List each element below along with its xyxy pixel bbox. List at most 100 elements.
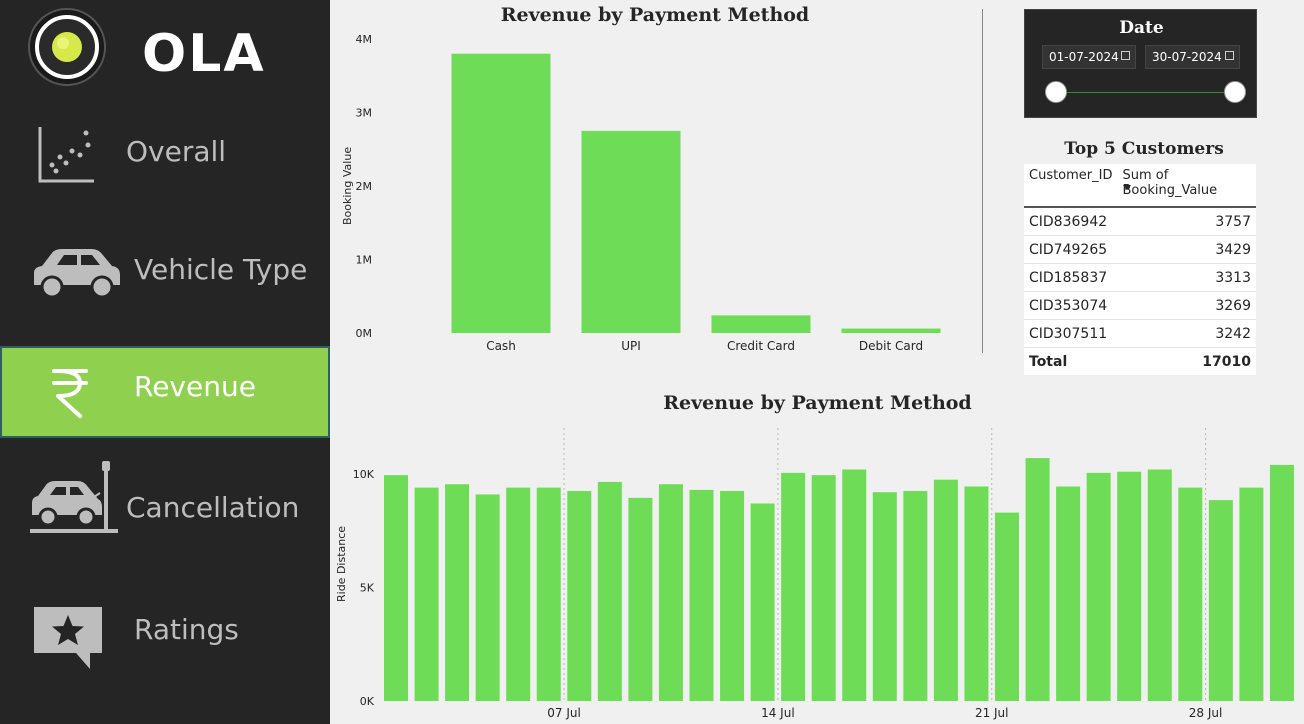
daily-ride-distance-bar-chart: 0K 5K 10K 07 Jul 14 Jul 21 Jul 28 Jul xyxy=(353,428,1294,720)
bar xyxy=(451,53,551,333)
bar xyxy=(658,484,683,701)
bar xyxy=(536,487,561,701)
column-header-booking-value[interactable]: Sum of Booking_Value xyxy=(1117,164,1256,208)
sidebar-item-ratings[interactable]: Ratings xyxy=(0,585,330,675)
rupee-icon xyxy=(52,369,88,418)
bar xyxy=(506,487,531,701)
start-date-handle[interactable] xyxy=(1045,81,1067,103)
bar xyxy=(1056,486,1081,701)
x-tick-label: Cash xyxy=(486,339,516,353)
table-row: CID749265 3429 xyxy=(1024,235,1256,264)
customer-id-cell: CID836942 xyxy=(1024,207,1118,236)
bar xyxy=(903,491,928,701)
bar xyxy=(445,484,470,701)
brand-name: OLA xyxy=(142,24,266,84)
divider xyxy=(982,9,983,353)
sidebar-item-overall[interactable]: Overall xyxy=(0,105,330,195)
y-tick-label: 3M xyxy=(356,107,373,120)
bar xyxy=(628,497,653,701)
bar xyxy=(933,479,958,701)
star-review-icon xyxy=(34,607,102,669)
scatter-chart-icon xyxy=(38,127,94,183)
calendar-icon xyxy=(1121,51,1130,60)
table-row: CID836942 3757 xyxy=(1024,207,1256,236)
y-tick-label: 2M xyxy=(356,180,373,193)
bar xyxy=(567,491,592,701)
bar xyxy=(1178,487,1203,701)
column-header-customer-id[interactable]: Customer_ID xyxy=(1024,164,1118,208)
bar xyxy=(597,481,622,701)
sidebar-item-vehicle-type[interactable]: Vehicle Type xyxy=(0,225,330,315)
bar xyxy=(414,487,439,701)
bar xyxy=(689,489,714,701)
y-tick-label: 10K xyxy=(353,468,375,481)
bar xyxy=(964,486,989,701)
y-tick-label: 0M xyxy=(356,327,373,340)
table-row: CID307511 3242 xyxy=(1024,319,1256,348)
end-date-value: 30-07-2024 xyxy=(1152,50,1222,64)
bar xyxy=(841,328,941,333)
bar xyxy=(750,503,775,701)
ola-logo: OLA xyxy=(26,8,266,92)
y-tick-label: 0K xyxy=(360,695,375,708)
bar xyxy=(1269,464,1294,701)
sidebar-item-cancellation[interactable]: Cancellation xyxy=(0,455,330,545)
table-title: Top 5 Customers xyxy=(1064,139,1224,159)
bar xyxy=(581,130,681,333)
customers-table: Customer_ID Sum of Booking_Value CID8369… xyxy=(1024,164,1256,375)
sidebar-item-label: Ratings xyxy=(134,613,239,646)
customer-id-cell: CID307511 xyxy=(1024,319,1118,348)
sort-descending-icon xyxy=(1122,185,1131,190)
table-row: CID185837 3313 xyxy=(1024,263,1256,292)
booking-value-cell: 3242 xyxy=(1117,319,1256,348)
bar xyxy=(1239,487,1264,701)
end-date-handle[interactable] xyxy=(1224,81,1246,103)
slicer-title: Date xyxy=(1119,18,1164,38)
bar xyxy=(1086,472,1111,701)
column-header-label: Sum of Booking_Value xyxy=(1122,168,1218,198)
sidebar-item-label: Revenue xyxy=(134,370,256,403)
end-date-input[interactable]: 30-07-2024 xyxy=(1145,45,1240,69)
date-slicer: Date 01-07-2024 30-07-2024 xyxy=(1024,9,1257,118)
car-crash-icon xyxy=(30,461,118,533)
bar xyxy=(711,315,811,333)
bar xyxy=(842,469,867,701)
car-icon xyxy=(34,249,120,299)
calendar-icon xyxy=(1225,51,1234,60)
booking-value-cell: 3269 xyxy=(1117,291,1256,320)
payment-method-bar-chart: 0M 1M 2M 3M 4M Cash UPI Credit Card Debit Card xyxy=(356,33,941,353)
start-date-input[interactable]: 01-07-2024 xyxy=(1042,45,1136,69)
bar xyxy=(720,491,745,701)
sidebar-item-label: Overall xyxy=(126,135,227,168)
y-tick-label: 4M xyxy=(356,33,373,46)
bar xyxy=(811,475,836,701)
y-tick-label: 1M xyxy=(356,254,373,267)
booking-value-cell: 3429 xyxy=(1117,235,1256,264)
x-tick-label: Credit Card xyxy=(727,339,795,353)
sidebar: OLA Overall Vehicle Type Revenue Cancell… xyxy=(0,0,330,724)
booking-value-cell: 3313 xyxy=(1117,263,1256,292)
bar xyxy=(1208,500,1233,701)
date-range-track xyxy=(1057,92,1235,93)
bar xyxy=(1117,471,1142,701)
start-date-value: 01-07-2024 xyxy=(1049,50,1119,64)
total-label: Total xyxy=(1024,347,1118,375)
sidebar-item-label: Vehicle Type xyxy=(134,253,308,286)
table-total-row: Total 17010 xyxy=(1024,347,1256,375)
x-tick-label: 21 Jul xyxy=(975,706,1009,720)
x-tick-label: 07 Jul xyxy=(547,706,581,720)
x-tick-label: UPI xyxy=(621,339,641,353)
sidebar-item-label: Cancellation xyxy=(126,491,300,524)
customer-id-cell: CID353074 xyxy=(1024,291,1118,320)
bar xyxy=(872,492,897,701)
bar xyxy=(781,472,806,701)
bar xyxy=(475,494,500,701)
bar xyxy=(995,512,1019,701)
customer-id-cell: CID749265 xyxy=(1024,235,1118,264)
ola-logo-icon xyxy=(28,8,106,86)
x-tick-label: 14 Jul xyxy=(761,706,795,720)
table-row: CID353074 3269 xyxy=(1024,291,1256,320)
x-tick-label: Debit Card xyxy=(859,339,923,353)
customer-id-cell: CID185837 xyxy=(1024,263,1118,292)
sidebar-item-revenue[interactable]: Revenue xyxy=(0,346,330,438)
